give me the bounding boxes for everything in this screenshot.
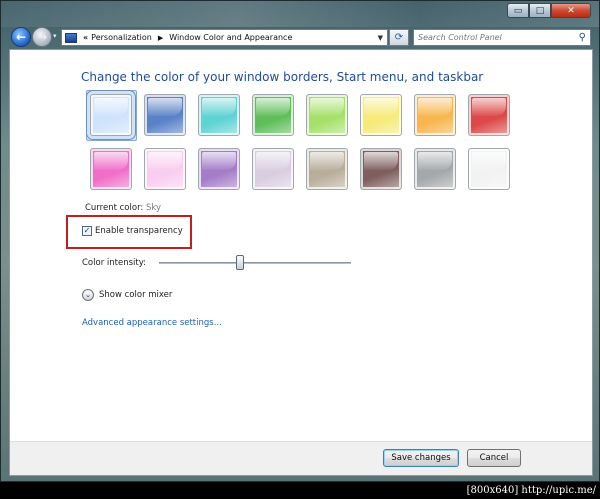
color-intensity-slider-track[interactable]: [159, 262, 351, 264]
enable-transparency-checkbox[interactable]: ✓: [82, 226, 92, 236]
control-panel-icon: [65, 32, 77, 43]
current-color: Current color: Sky: [85, 203, 161, 213]
show-color-mixer-label[interactable]: Show color mixer: [99, 290, 172, 300]
cancel-button[interactable]: Cancel: [467, 449, 521, 467]
back-button[interactable]: ←: [11, 27, 31, 47]
color-swatch-frost[interactable]: [468, 148, 510, 190]
breadcrumb-window-color[interactable]: Window Color and Appearance: [169, 33, 292, 42]
enable-transparency-label[interactable]: Enable transparency: [95, 226, 183, 236]
current-color-label: Current color:: [85, 203, 144, 213]
refresh-button[interactable]: ⟳: [389, 29, 409, 46]
save-changes-button[interactable]: Save changes: [383, 449, 459, 467]
breadcrumb-separator-icon[interactable]: ▶: [158, 34, 163, 42]
maximize-button[interactable]: □: [529, 3, 551, 18]
color-swatch-blush[interactable]: [144, 148, 186, 190]
search-box[interactable]: ⚲: [413, 29, 591, 46]
address-bar[interactable]: « Personalization ▶ Window Color and App…: [61, 29, 388, 46]
color-swatch-lavender[interactable]: [252, 148, 294, 190]
breadcrumb-overflow[interactable]: «: [83, 33, 88, 42]
refresh-icon: ⟳: [394, 32, 404, 43]
close-button[interactable]: ✕: [551, 3, 591, 18]
watermark: [800x640] http://upic.me/: [0, 482, 600, 499]
color-swatch-sea[interactable]: [198, 94, 240, 136]
forward-arrow-icon: →: [36, 30, 48, 44]
color-intensity-label: Color intensity:: [82, 258, 146, 268]
footer-bar: Save changes Cancel: [10, 441, 592, 475]
color-swatch-ruby[interactable]: [468, 94, 510, 136]
color-swatch-pumpkin[interactable]: [414, 94, 456, 136]
color-swatch-twilight[interactable]: [144, 94, 186, 136]
current-color-value: Sky: [145, 203, 162, 213]
back-arrow-icon: ←: [15, 30, 27, 44]
address-dropdown-icon[interactable]: ▼: [378, 34, 383, 42]
advanced-appearance-link[interactable]: Advanced appearance settings...: [82, 318, 222, 328]
recent-pages-dropdown[interactable]: ▾: [53, 32, 57, 40]
color-intensity-slider-thumb[interactable]: [235, 255, 244, 270]
search-input[interactable]: [418, 33, 568, 42]
color-swatch-lemon[interactable]: [360, 94, 402, 136]
color-swatch-sky[interactable]: [86, 90, 136, 140]
color-swatch-leaf[interactable]: [252, 94, 294, 136]
window-frame: ▭ □ ✕ ← → ▾ « Personalization ▶ Window C…: [0, 0, 600, 482]
color-swatch-taupe[interactable]: [306, 148, 348, 190]
page-title: Change the color of your window borders,…: [81, 70, 484, 84]
breadcrumb-personalization[interactable]: Personalization: [91, 33, 152, 42]
color-swatch-lime[interactable]: [306, 94, 348, 136]
color-swatch-slate[interactable]: [414, 148, 456, 190]
content-pane: Change the color of your window borders,…: [9, 49, 593, 476]
chevron-down-icon[interactable]: ⌄: [82, 289, 94, 301]
color-swatch-chocolate[interactable]: [360, 148, 402, 190]
forward-button[interactable]: →: [32, 27, 52, 47]
caption-buttons: ▭ □ ✕: [507, 3, 591, 18]
color-swatch-fuchsia[interactable]: [90, 148, 132, 190]
search-icon[interactable]: ⚲: [579, 32, 586, 43]
color-swatch-violet[interactable]: [198, 148, 240, 190]
show-color-mixer-row[interactable]: ⌄ Show color mixer: [82, 289, 172, 301]
enable-transparency-row[interactable]: ✓ Enable transparency: [82, 226, 183, 236]
minimize-button[interactable]: ▭: [507, 3, 529, 18]
